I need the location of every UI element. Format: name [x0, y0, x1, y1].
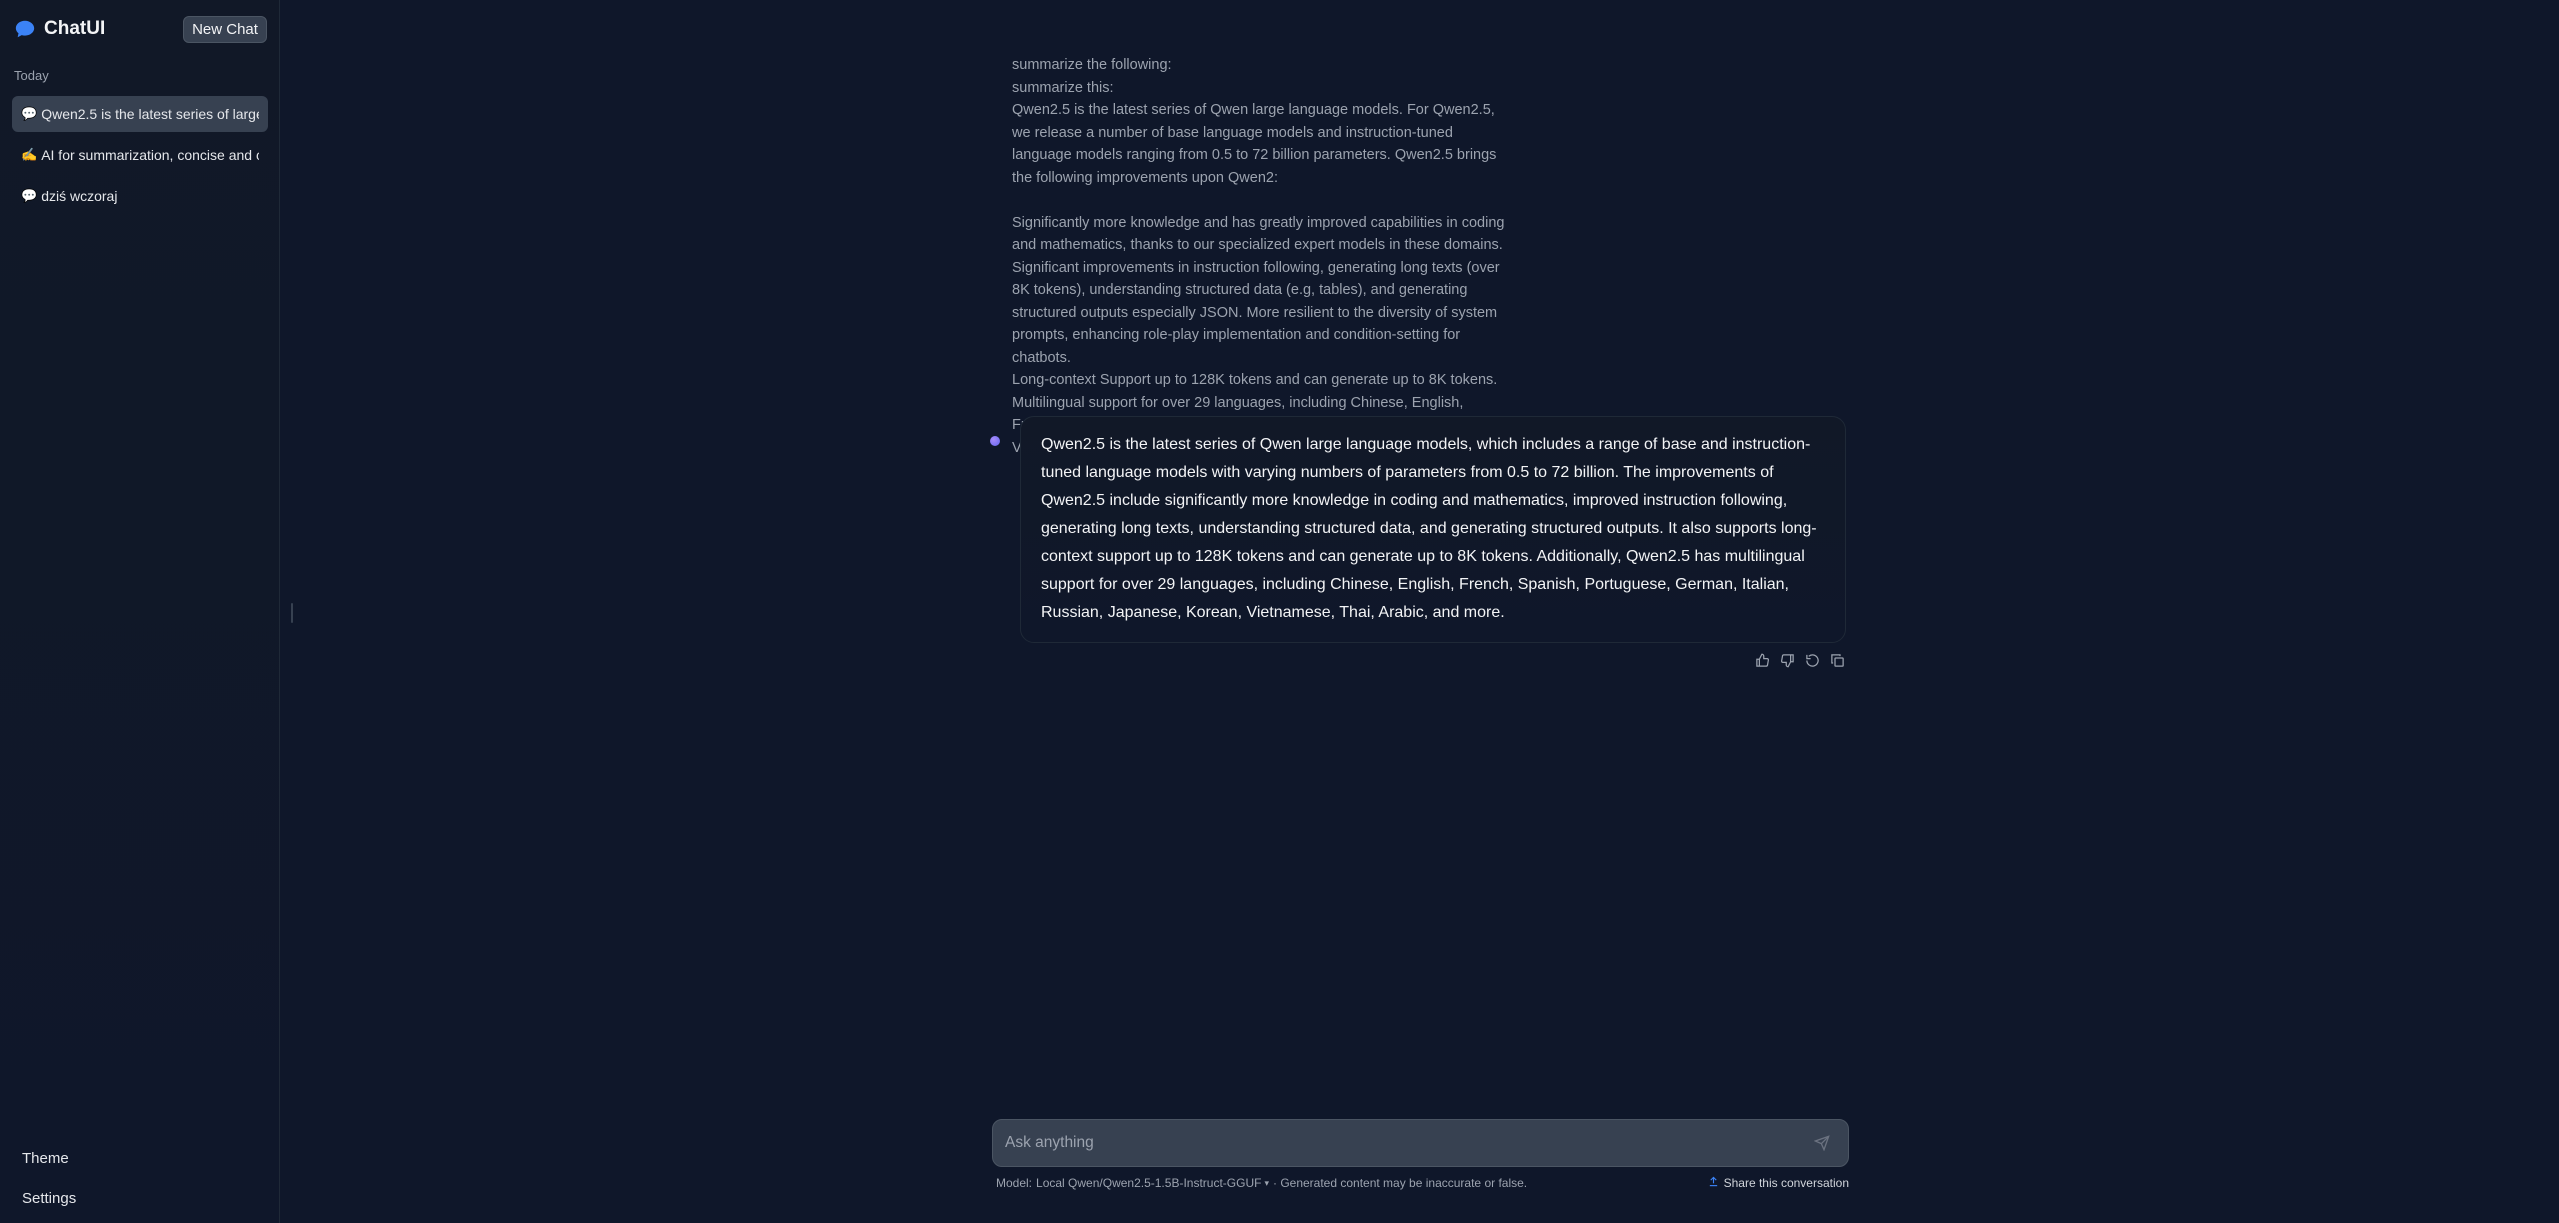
user-message: summarize the following: summarize this:… [1012, 54, 1512, 459]
sidebar-bottom-menu: Theme Settings [12, 1140, 268, 1220]
conversation-item[interactable]: 💬 Qwen2.5 is the latest series of large … [12, 96, 268, 132]
send-icon[interactable] [1804, 1125, 1840, 1161]
conversation-list: 💬 Qwen2.5 is the latest series of large … [12, 96, 268, 219]
message-actions [1754, 652, 1846, 669]
share-label: Share this conversation [1723, 1176, 1849, 1190]
conversation-title: Qwen2.5 is the latest series of large la… [41, 106, 259, 122]
footer: Model: Local Qwen/Qwen2.5-1.5B-Instruct-… [996, 1176, 1849, 1190]
share-conversation-button[interactable]: Share this conversation [1708, 1176, 1849, 1190]
conversation-item[interactable]: 💬 dziś wczoraj [12, 178, 268, 214]
share-icon [1708, 1176, 1719, 1190]
speech-bubble-icon: 💬 [21, 188, 38, 203]
assistant-message: Qwen2.5 is the latest series of Qwen lar… [1020, 416, 1846, 643]
chat-input-box [992, 1119, 1849, 1167]
conversation-item[interactable]: ✍️ AI for summarization, concise and cle… [12, 137, 268, 173]
model-name: Local Qwen/Qwen2.5-1.5B-Instruct-GGUF [1036, 1176, 1262, 1190]
retry-icon[interactable] [1804, 652, 1821, 669]
thumbs-up-icon[interactable] [1754, 652, 1771, 669]
conversation-title: AI for summarization, concise and clear [41, 147, 259, 163]
thumbs-down-icon[interactable] [1779, 652, 1796, 669]
user-message-line: Significant improvements in instruction … [1012, 259, 1500, 366]
footer-info: Model: Local Qwen/Qwen2.5-1.5B-Instruct-… [996, 1176, 1527, 1190]
disclaimer: · Generated content may be inaccurate or… [1272, 1176, 1528, 1190]
user-message-line: Long-context Support up to 128K tokens a… [1012, 372, 1498, 388]
user-message-line: summarize this: [1012, 79, 1114, 96]
settings-button[interactable]: Settings [12, 1180, 268, 1216]
theme-button[interactable]: Theme [12, 1140, 268, 1176]
brand[interactable]: ChatUI [14, 16, 105, 42]
chat-bubble-logo-icon [14, 18, 36, 40]
model-prefix: Model: [996, 1176, 1033, 1190]
section-label-today: Today [14, 68, 49, 83]
chat-main: summarize the following: summarize this:… [281, 0, 2559, 1223]
user-message-line: Significantly more knowledge and has gre… [1012, 214, 1505, 254]
user-message-line: summarize the following: [1012, 57, 1172, 73]
caret-down-icon: ▾ [1264, 1177, 1269, 1188]
sidebar: ChatUI New Chat Today 💬 Qwen2.5 is the l… [0, 0, 280, 1223]
conversation-title: dziś wczoraj [41, 188, 118, 204]
writing-hand-icon: ✍️ [21, 147, 38, 162]
new-chat-button[interactable]: New Chat [183, 16, 267, 43]
speech-bubble-icon: 💬 [21, 106, 38, 121]
chat-input[interactable] [993, 1120, 1804, 1166]
assistant-avatar [990, 436, 1000, 446]
app-title: ChatUI [44, 18, 106, 39]
copy-icon[interactable] [1829, 652, 1846, 669]
user-message-line: Qwen2.5 is the latest series of Qwen lar… [1012, 102, 1497, 186]
model-selector[interactable]: Local Qwen/Qwen2.5-1.5B-Instruct-GGUF ▾ [1036, 1176, 1269, 1190]
